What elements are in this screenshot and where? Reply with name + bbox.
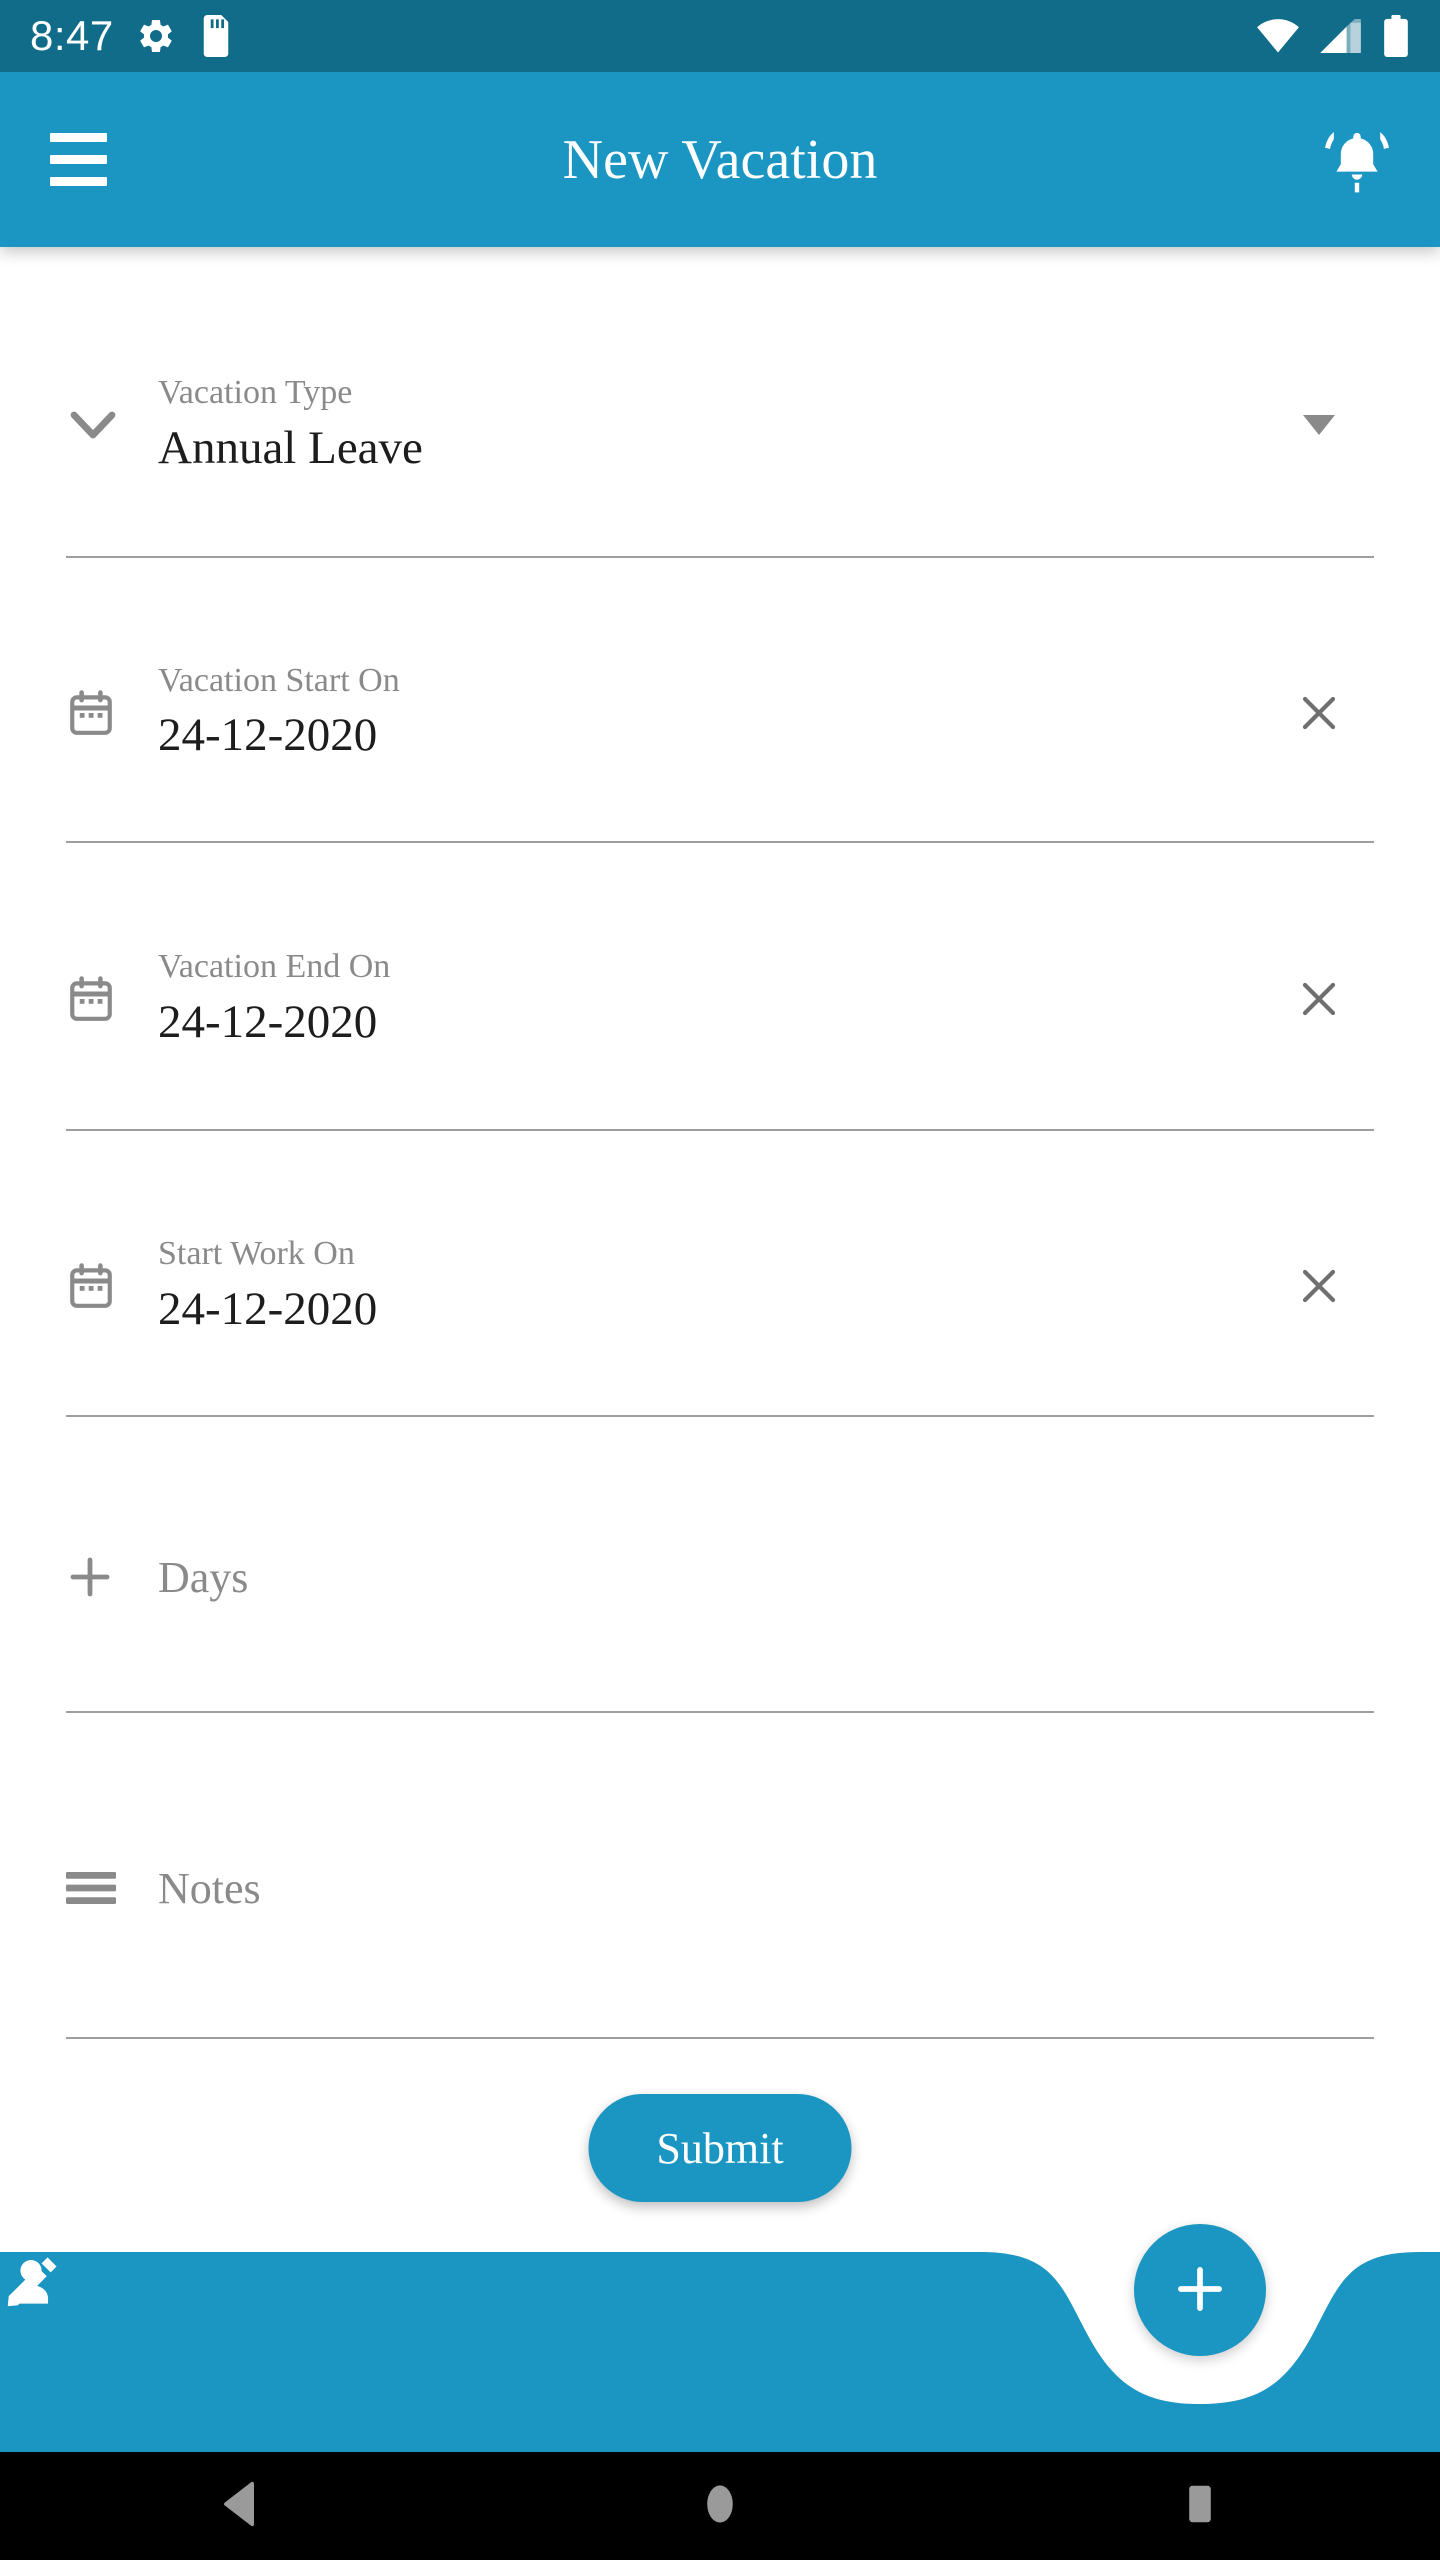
clear-x-icon[interactable] [1264,689,1374,737]
field-notes-body: Notes [158,1863,1264,1914]
status-bar-left: 8:47 [30,12,234,60]
status-time: 8:47 [30,12,114,59]
list-lines-icon [66,1871,158,1905]
field-days-body: Days [158,1552,1264,1603]
plus-icon [66,1553,158,1601]
home-circle-icon [700,2481,740,2532]
field-label: Start Work On [158,1235,355,1273]
field-label: Vacation Start On [158,661,400,699]
field-vacation-end[interactable]: Vacation End On 24-12-2020 [66,869,1374,1131]
field-placeholder: Notes [158,1863,261,1913]
recents-square-icon [1180,2481,1220,2532]
field-vacation-end-body: Vacation End On 24-12-2020 [158,946,1264,1051]
field-notes[interactable]: Notes [66,1739,1374,2039]
calendar-icon [66,974,158,1024]
field-vacation-start[interactable]: Vacation Start On 24-12-2020 [66,584,1374,843]
nav-item-profile[interactable] [0,2252,480,2452]
nav-item-edit[interactable] [7,2252,960,2452]
page-title: New Vacation [562,128,878,191]
field-start-work[interactable]: Start Work On 24-12-2020 [66,1157,1374,1417]
phone-screen: 8:47 New Vacation Vacation Type Annual L… [0,0,1440,2560]
clear-x-icon[interactable] [1264,975,1374,1023]
wifi-icon [1256,19,1300,53]
bell-ringing-icon[interactable] [1324,125,1390,195]
android-recents-button[interactable] [960,2481,1440,2532]
field-label: Vacation End On [158,948,391,986]
hamburger-menu-icon[interactable] [50,133,140,186]
android-back-button[interactable] [0,2481,480,2532]
status-bar-right [1256,15,1410,57]
submit-button[interactable]: Submit [588,2094,852,2202]
field-value: 24-12-2020 [158,1282,378,1335]
settings-gear-icon [136,16,176,56]
field-start-work-body: Start Work On 24-12-2020 [158,1233,1264,1338]
field-days[interactable]: Days [66,1443,1374,1713]
field-label: Vacation Type [158,374,353,412]
calendar-icon [66,1261,158,1311]
status-bar: 8:47 [0,0,1440,72]
android-home-button[interactable] [480,2481,960,2532]
calendar-icon [66,688,158,738]
clear-x-icon[interactable] [1264,1262,1374,1310]
app-bar: New Vacation [0,72,1440,247]
field-value: 24-12-2020 [158,995,378,1048]
field-vacation-type-body: Vacation Type Annual Leave [158,372,1264,477]
cellular-signal-icon [1320,19,1362,53]
back-triangle-icon [220,2481,260,2532]
dropdown-arrow-icon[interactable] [1264,415,1374,435]
chevron-down-icon [66,405,158,445]
add-fab-button[interactable] [1134,2224,1266,2356]
plus-icon [1169,2258,1231,2323]
battery-icon [1382,15,1410,57]
sd-card-icon [198,15,234,57]
field-value: 24-12-2020 [158,709,378,762]
form-content: Vacation Type Annual Leave Vacation Star… [0,247,1440,2252]
field-value: Annual Leave [158,421,423,474]
android-navigation-bar [0,2452,1440,2560]
field-vacation-type[interactable]: Vacation Type Annual Leave [66,294,1374,558]
field-vacation-start-body: Vacation Start On 24-12-2020 [158,660,1264,765]
field-placeholder: Days [158,1552,249,1602]
